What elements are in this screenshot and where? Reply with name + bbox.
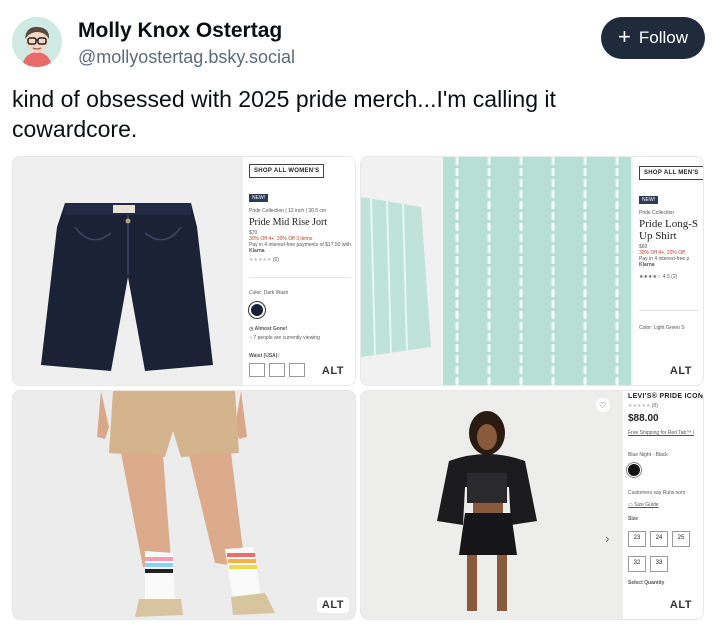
product-title-line2: Up Shirt: [639, 230, 677, 242]
product-title-line1: Pride Long-S: [639, 218, 698, 230]
size-option[interactable]: 24: [650, 531, 668, 547]
image-shorts-socks[interactable]: ALT: [12, 390, 356, 620]
post-header: Molly Knox Ostertag @mollyostertag.bsky.…: [12, 14, 708, 70]
avatar[interactable]: [12, 17, 62, 67]
shop-all-womens-button[interactable]: SHOP ALL WOMEN'S: [249, 164, 325, 178]
collection-text: Pride Collection: [639, 210, 675, 216]
jorts-illustration: [41, 203, 213, 371]
color-label: Color: Dark Wash: [249, 290, 289, 296]
follow-button[interactable]: + Follow: [601, 17, 705, 59]
product-panel: SHOP ALL WOMEN'S NEW! Pride Collection |…: [243, 157, 355, 385]
klarna-label: Klarna: [249, 248, 265, 254]
size-option[interactable]: 32: [628, 556, 646, 572]
image-jorts[interactable]: SHOP ALL WOMEN'S NEW! Pride Collection |…: [12, 156, 356, 386]
color-label: Color: Light Green S: [639, 325, 685, 331]
plus-icon: +: [618, 24, 631, 49]
svg-text:›: ›: [605, 532, 610, 546]
shirt-sleeve-photo: [361, 157, 441, 385]
rating-stars: ★★★★☆ 4.5 (2): [639, 274, 678, 280]
product-photo: [13, 157, 243, 385]
product-photo: ♡ ›: [361, 391, 623, 619]
rating-stars: ★★★★★ (0): [628, 403, 658, 409]
product-panel: SHOP ALL MEN'S NEW! Pride Collection Pri…: [633, 157, 703, 385]
image-shirt[interactable]: SHOP ALL MEN'S NEW! Pride Collection Pri…: [360, 156, 704, 386]
follow-label: Follow: [638, 28, 688, 47]
size-guide-link[interactable]: ▭ Size Guide: [628, 502, 700, 508]
new-badge: NEW!: [249, 194, 269, 202]
alt-badge[interactable]: ALT: [664, 363, 697, 379]
image-levis-skirt[interactable]: ♡ › LEVI'S® PRIDE ICON ★★★★★ (0) $88.00 …: [360, 390, 704, 620]
size-option[interactable]: 25: [672, 531, 690, 547]
color-swatch[interactable]: [626, 462, 642, 478]
klarna-label: Klarna: [639, 262, 655, 268]
product-panel: LEVI'S® PRIDE ICON ★★★★★ (0) $88.00 Free…: [623, 391, 704, 619]
size-option[interactable]: 33: [650, 556, 668, 572]
alt-badge[interactable]: ALT: [316, 363, 349, 379]
size-label: Size: [628, 516, 639, 522]
size-option[interactable]: 23: [628, 531, 646, 547]
svg-text:♡: ♡: [599, 401, 606, 410]
shipping-link[interactable]: Free Shipping for Red Tab™ I: [628, 430, 700, 436]
shirt-fabric-photo: [443, 157, 631, 385]
post-text: kind of obsessed with 2025 pride merch..…: [12, 86, 556, 142]
image-grid: SHOP ALL WOMEN'S NEW! Pride Collection |…: [12, 156, 706, 622]
author-name[interactable]: Molly Knox Ostertag: [78, 19, 282, 43]
new-badge: NEW!: [639, 196, 659, 204]
alt-badge[interactable]: ALT: [664, 597, 697, 613]
almost-gone-text: ◷ Almost Gone!: [249, 326, 288, 332]
viewing-text: ◔ 7 people are currently viewing: [249, 335, 320, 341]
quantity-label: Select Quantity: [628, 580, 665, 586]
shop-all-mens-button[interactable]: SHOP ALL MEN'S: [639, 166, 703, 180]
alt-badge[interactable]: ALT: [316, 597, 349, 613]
review-count: (0): [272, 257, 279, 263]
shorts-socks-illustration: [13, 391, 355, 619]
color-name: Blue Night - Black: [628, 452, 668, 458]
product-title: LEVI'S® PRIDE ICON: [628, 393, 704, 400]
product-title: Pride Mid Rise Jort: [249, 217, 328, 228]
customers-text: Customers say Runs som: [628, 490, 686, 496]
author-handle[interactable]: @mollyostertag.bsky.social: [78, 47, 295, 68]
collection-text: Pride Collection | 12 inch | 30.5 cm: [249, 208, 327, 214]
color-swatch[interactable]: [248, 301, 266, 319]
rating-stars: ★★★★★ (0): [249, 257, 279, 263]
product-price: $88.00: [628, 413, 659, 424]
waist-label: Waist (USA):: [249, 353, 280, 359]
